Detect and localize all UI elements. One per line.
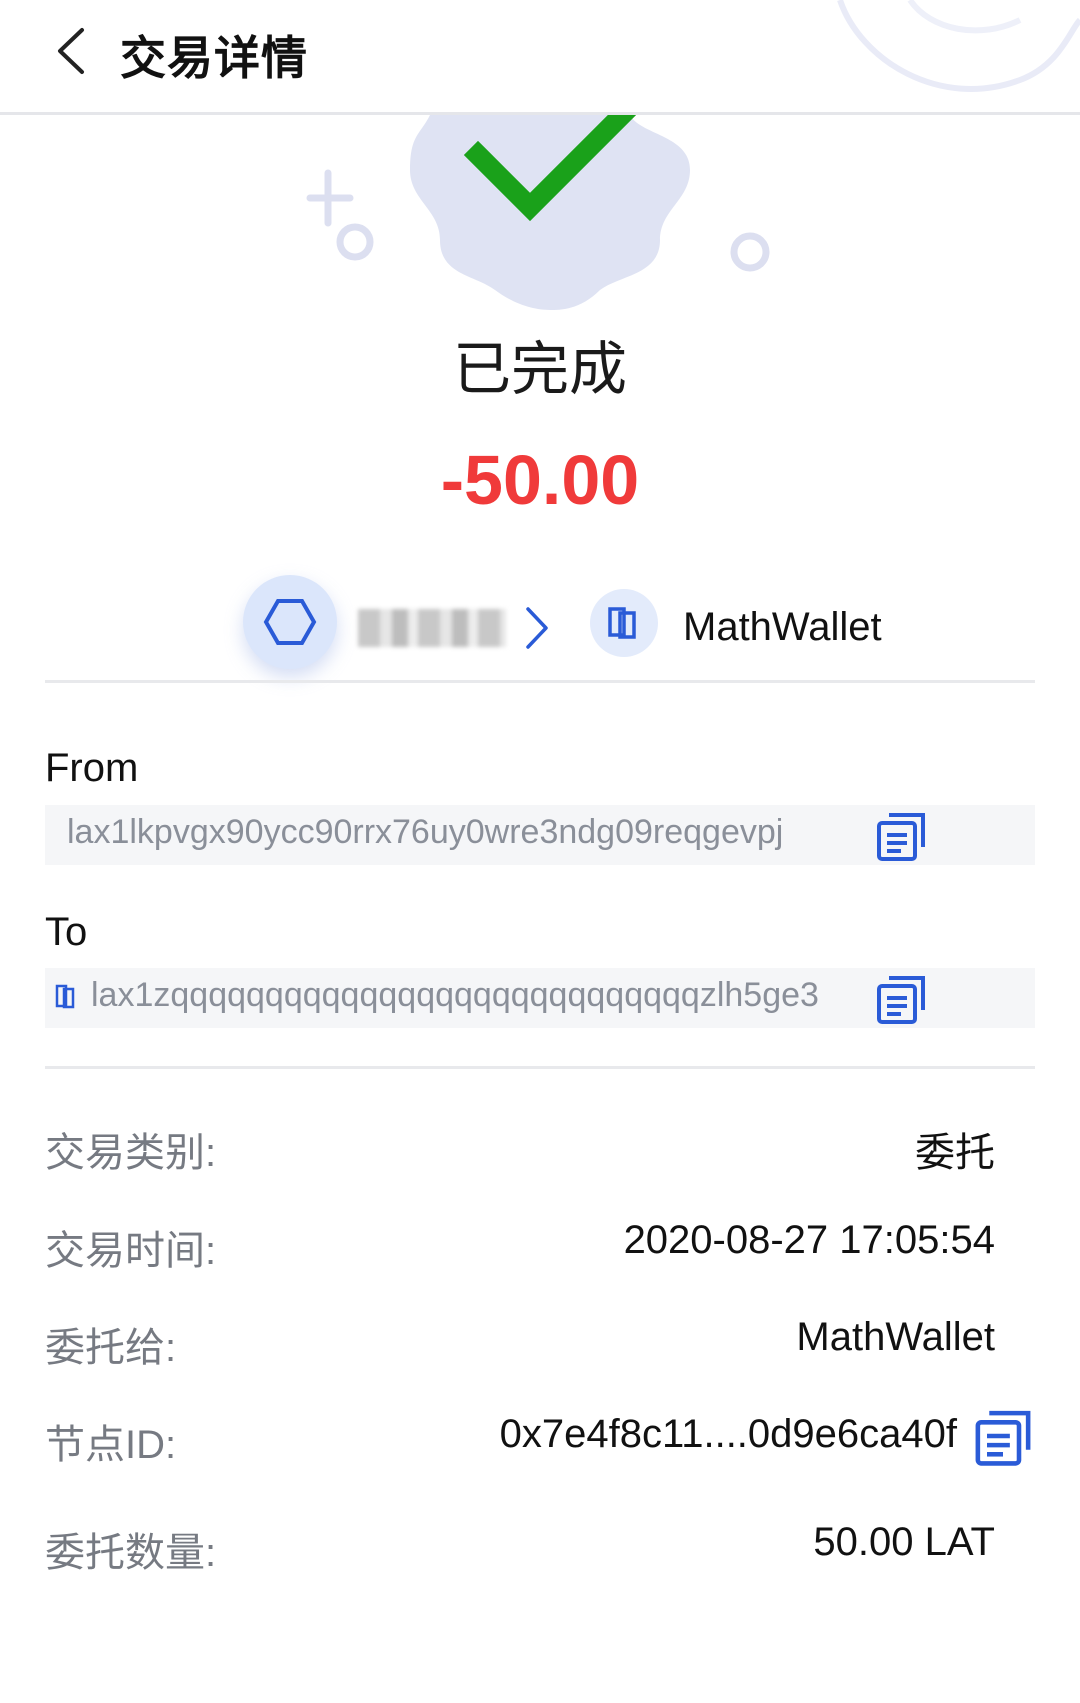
copy-icon[interactable]	[873, 970, 929, 1026]
detail-value: MathWallet	[796, 1315, 995, 1359]
from-address: lax1lkpvgx90ycc90rrx76uy0wre3ndg09reqgev…	[67, 813, 784, 851]
to-avatar	[590, 589, 658, 657]
to-address-box: lax1zqqqqqqqqqqqqqqqqqqqqqqqqqqqqzlh5ge3	[45, 968, 1035, 1028]
from-name-blurred	[358, 609, 506, 647]
header-decoration	[837, 0, 1080, 92]
detail-value: 2020-08-27 17:05:54	[623, 1218, 995, 1262]
node-icon	[55, 984, 75, 1009]
detail-label: 交易时间:	[45, 1229, 217, 1273]
detail-row-delegate-to: 委托给: MathWallet	[45, 1315, 995, 1375]
chevron-right-icon	[526, 607, 548, 649]
from-label: From	[45, 746, 139, 790]
detail-value: 委托	[915, 1131, 995, 1175]
amount: -50.00	[440, 441, 640, 519]
detail-value: 0x7e4f8c11....0d9e6ca40f	[499, 1412, 957, 1456]
detail-row-type: 交易类别: 委托	[45, 1120, 995, 1180]
detail-row-amount: 委托数量: 50.00 LAT	[45, 1520, 995, 1580]
detail-value: 50.00 LAT	[813, 1520, 995, 1564]
detail-row-node-id: 节点ID: 0x7e4f8c11....0d9e6ca40f	[45, 1410, 1035, 1472]
page-title: 交易详情	[120, 32, 308, 84]
node-icon	[608, 607, 636, 639]
divider	[45, 680, 1035, 683]
decor-circle-right	[730, 232, 770, 272]
success-badge	[306, 115, 770, 310]
detail-label: 交易类别:	[45, 1131, 217, 1175]
from-avatar	[243, 575, 337, 669]
to-label: To	[45, 910, 88, 954]
divider	[45, 1066, 1035, 1069]
hexagon-icon	[263, 599, 317, 645]
back-arrow-icon[interactable]	[52, 26, 92, 76]
decor-plus-icon	[306, 169, 354, 227]
header: 交易详情	[0, 0, 1080, 115]
detail-label: 委托数量:	[45, 1531, 217, 1575]
status-text: 已完成	[452, 337, 627, 402]
copy-icon[interactable]	[873, 807, 929, 863]
from-address-box: lax1lkpvgx90ycc90rrx76uy0wre3ndg09reqgev…	[45, 805, 1035, 865]
detail-label: 节点ID:	[45, 1423, 177, 1467]
decor-circle-left	[336, 223, 374, 261]
to-name: MathWallet	[683, 605, 882, 649]
copy-icon[interactable]	[971, 1404, 1035, 1468]
detail-label: 委托给:	[45, 1326, 177, 1370]
transfer-flow: MathWallet	[0, 575, 1080, 675]
detail-row-time: 交易时间: 2020-08-27 17:05:54	[45, 1218, 995, 1278]
to-address: lax1zqqqqqqqqqqqqqqqqqqqqqqqqqqqqzlh5ge3	[91, 976, 819, 1014]
